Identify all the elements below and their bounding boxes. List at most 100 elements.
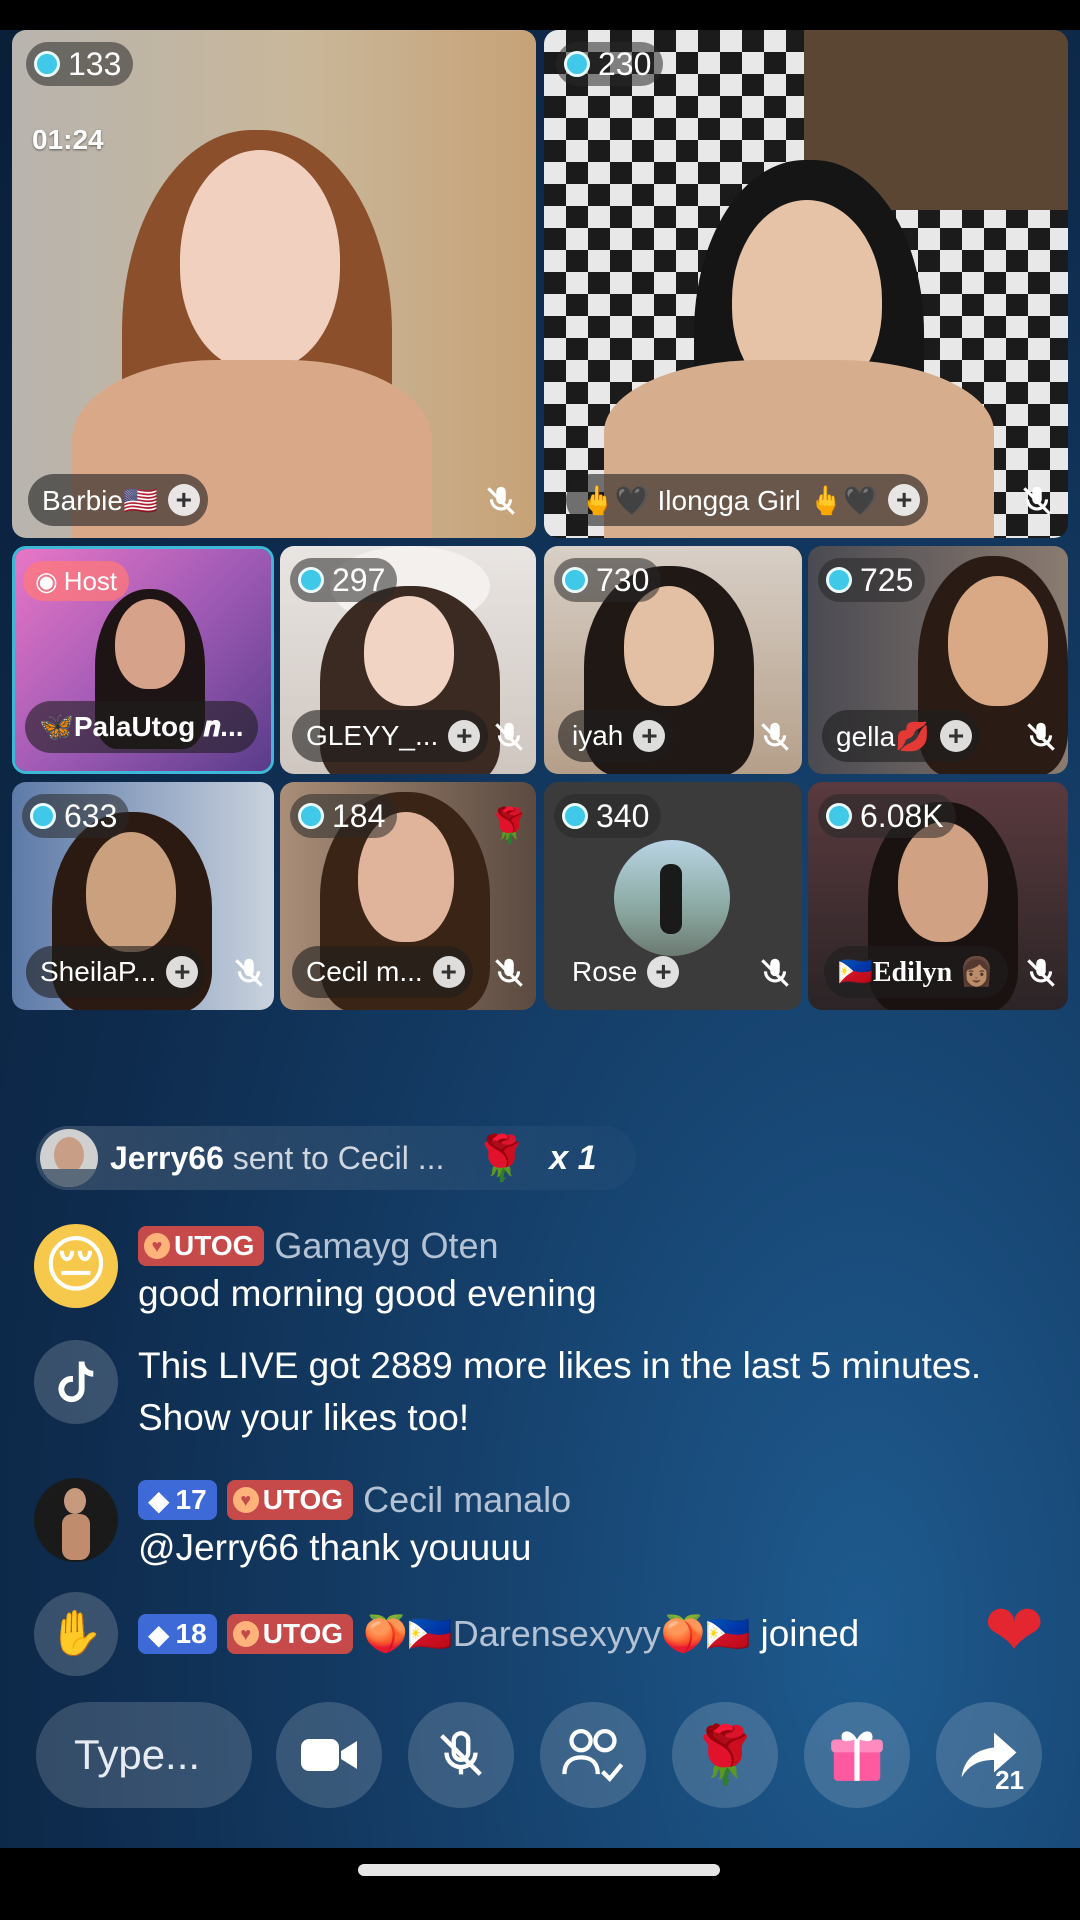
guest-name-pill[interactable]: 🖕🖤 Ilongga Girl 🖕🖤 + bbox=[566, 474, 929, 526]
viewer-count: 725 bbox=[818, 558, 926, 602]
follow-plus-icon[interactable]: + bbox=[166, 956, 199, 988]
gift-button[interactable] bbox=[804, 1702, 910, 1808]
follow-plus-icon[interactable]: + bbox=[448, 720, 481, 752]
follow-plus-icon[interactable]: + bbox=[167, 484, 200, 516]
mic-muted-icon bbox=[1027, 722, 1055, 751]
mic-button[interactable] bbox=[408, 1702, 514, 1808]
avatar bbox=[614, 840, 730, 956]
diamond-icon: ◆ bbox=[148, 1618, 170, 1650]
guest-tile-ilongga[interactable]: 230 🖕🖤 Ilongga Girl 🖕🖤 + bbox=[544, 30, 1068, 538]
rose-decoration: 🌹 bbox=[488, 807, 531, 845]
mic-muted-icon bbox=[495, 722, 523, 751]
chat-username[interactable]: Gamayg Oten bbox=[274, 1225, 498, 1267]
gift-box-icon bbox=[831, 1731, 883, 1781]
rose-icon: 🌹 bbox=[690, 1723, 760, 1786]
gem-icon bbox=[826, 803, 852, 829]
heart-icon: ♥ bbox=[232, 1621, 259, 1647]
guest-name-pill[interactable]: 🇵🇭Edilyn 👩🏽 bbox=[824, 946, 1009, 998]
mic-muted-icon bbox=[1027, 958, 1055, 987]
viewer-count: 297 bbox=[290, 558, 398, 602]
guests-button[interactable] bbox=[540, 1702, 646, 1808]
guest-tile-sheila[interactable]: 633 SheilaP... + bbox=[12, 782, 274, 1010]
chat-text: joined bbox=[760, 1613, 860, 1654]
person-icon: ◉ bbox=[35, 565, 58, 596]
mic-muted-icon bbox=[235, 958, 263, 987]
mic-muted-icon bbox=[495, 958, 523, 987]
follow-plus-icon[interactable]: + bbox=[888, 484, 921, 516]
gem-icon bbox=[34, 51, 60, 77]
host-tile[interactable]: ◉ Host 🦋PalaUtog 𝒏... bbox=[12, 546, 274, 774]
follow-plus-icon[interactable]: + bbox=[633, 720, 666, 752]
guest-tile-rose[interactable]: 340 Rose + bbox=[544, 782, 802, 1010]
viewer-count: 6.08K bbox=[818, 794, 956, 838]
gift-multiplier: x 1 bbox=[549, 1138, 597, 1177]
guest-tile-cecil[interactable]: 🌹 184 Cecil m... + bbox=[280, 782, 536, 1010]
gift-description: sent to Cecil ... bbox=[232, 1139, 445, 1176]
mic-muted-icon bbox=[761, 958, 789, 987]
tiktok-icon bbox=[34, 1340, 118, 1424]
gift-notification: Jerry66 sent to Cecil ... 🌹 x 1 bbox=[36, 1126, 636, 1190]
avatar: 😔 bbox=[34, 1224, 118, 1308]
guest-name-pill[interactable]: gella💋 + bbox=[822, 710, 981, 762]
chat-text: @Jerry66 thank youuuu bbox=[138, 1527, 532, 1568]
chat-username[interactable]: 🍑🇵🇭Darensexyyy🍑🇵🇭 bbox=[363, 1613, 750, 1655]
gem-icon bbox=[564, 51, 590, 77]
gift-sender: Jerry66 bbox=[110, 1139, 224, 1176]
camera-button[interactable] bbox=[276, 1702, 382, 1808]
fan-club-badge: ♥ UTOG bbox=[226, 1614, 354, 1654]
guest-tile-barbie[interactable]: 133 01:24 Barbie🇺🇸 + bbox=[12, 30, 536, 538]
mic-muted-icon bbox=[440, 1731, 482, 1776]
mic-muted-icon bbox=[1023, 486, 1051, 515]
wave-icon: ✋ bbox=[34, 1592, 118, 1676]
host-name-pill[interactable]: 🦋PalaUtog 𝒏... bbox=[25, 701, 258, 753]
camera-icon bbox=[301, 1739, 357, 1771]
guest-tile-edilyn[interactable]: 6.08K 🇵🇭Edilyn 👩🏽 bbox=[808, 782, 1068, 1010]
guest-name-pill[interactable]: iyah + bbox=[558, 710, 674, 762]
follow-plus-icon[interactable]: + bbox=[940, 720, 973, 752]
gem-icon bbox=[562, 803, 588, 829]
gem-icon bbox=[30, 803, 56, 829]
system-nav-bar bbox=[0, 1848, 1080, 1920]
like-heart-icon: ❤ bbox=[984, 1591, 1045, 1671]
gem-icon bbox=[826, 567, 852, 593]
level-badge: ◆ 18 bbox=[138, 1614, 217, 1654]
fan-club-badge: ♥ UTOG bbox=[226, 1480, 354, 1520]
guest-name-pill[interactable]: Rose + bbox=[558, 946, 687, 998]
chat-username[interactable]: Cecil manalo bbox=[363, 1479, 571, 1521]
follow-plus-icon[interactable]: + bbox=[432, 956, 465, 988]
viewer-count: 184 bbox=[290, 794, 398, 838]
guest-tile-gleyy[interactable]: 297 GLEYY_... + bbox=[280, 546, 536, 774]
chat-text: This LIVE got 2889 more likes in the las… bbox=[138, 1345, 982, 1438]
guest-tile-iyah[interactable]: 730 iyah + bbox=[544, 546, 802, 774]
avatar bbox=[34, 1478, 118, 1562]
people-check-icon bbox=[562, 1729, 624, 1783]
guest-name-pill[interactable]: GLEYY_... + bbox=[292, 710, 489, 762]
follow-plus-icon[interactable]: + bbox=[647, 956, 680, 988]
guest-name-pill[interactable]: Barbie🇺🇸 + bbox=[28, 474, 208, 526]
level-badge: ◆ 17 bbox=[138, 1480, 217, 1520]
mic-muted-icon bbox=[761, 722, 789, 751]
live-timer: 01:24 bbox=[32, 124, 104, 155]
share-button[interactable]: 21 bbox=[936, 1702, 1042, 1808]
live-room-screen: 133 01:24 Barbie🇺🇸 + 230 🖕🖤 Ilongga Girl… bbox=[0, 0, 1080, 1920]
guest-tile-gella[interactable]: 725 gella💋 + bbox=[808, 546, 1068, 774]
viewer-count: 230 bbox=[556, 42, 664, 86]
diamond-icon: ◆ bbox=[148, 1484, 170, 1516]
share-count: 21 bbox=[995, 1765, 1024, 1795]
rose-gift-icon: 🌹 bbox=[474, 1134, 530, 1183]
viewer-count: 633 bbox=[22, 794, 130, 838]
avatar bbox=[40, 1129, 98, 1187]
guest-name-pill[interactable]: Cecil m... + bbox=[292, 946, 473, 998]
comment-input[interactable]: Type... bbox=[36, 1702, 252, 1808]
chat-text: good morning good evening bbox=[138, 1273, 597, 1314]
heart-icon: ♥ bbox=[232, 1487, 259, 1513]
host-badge: ◉ Host bbox=[23, 561, 130, 601]
gem-icon bbox=[298, 803, 324, 829]
home-indicator[interactable] bbox=[358, 1864, 720, 1876]
fan-club-badge: ♥ UTOG bbox=[138, 1226, 265, 1266]
bottom-toolbar: Type... 🌹 21 bbox=[0, 1702, 1080, 1810]
mic-muted-icon bbox=[487, 486, 515, 515]
guest-name-pill[interactable]: SheilaP... + bbox=[26, 946, 207, 998]
rose-gift-button[interactable]: 🌹 bbox=[672, 1702, 778, 1808]
status-bar bbox=[0, 0, 1080, 30]
